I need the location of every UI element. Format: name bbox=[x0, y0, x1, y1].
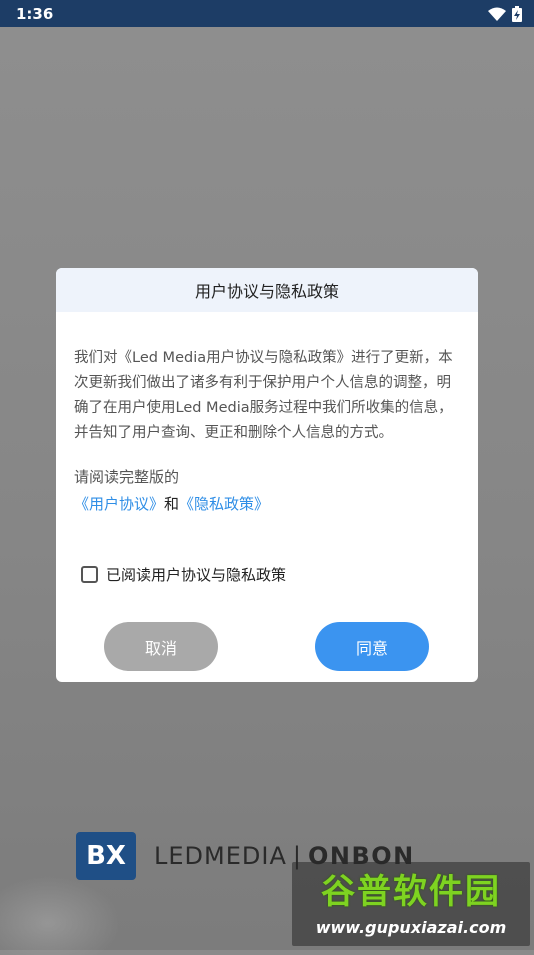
user-agreement-link[interactable]: 《用户协议》 bbox=[74, 495, 164, 513]
status-icons bbox=[488, 5, 522, 22]
watermark-url: www.gupuxiazai.com bbox=[315, 918, 507, 937]
dialog-body: 我们对《Led Media用户协议与隐私政策》进行了更新，本次更新我们做出了诸多… bbox=[56, 312, 478, 518]
background-cloud bbox=[0, 875, 120, 955]
agreement-links: 《用户协议》和《隐私政策》 bbox=[74, 491, 460, 518]
status-time: 1:36 bbox=[16, 4, 54, 23]
privacy-policy-link[interactable]: 《隐私政策》 bbox=[179, 495, 269, 513]
checkbox-label[interactable]: 已阅读用户协议与隐私政策 bbox=[106, 564, 286, 585]
status-bar: 1:36 bbox=[0, 0, 534, 27]
and-text: 和 bbox=[164, 495, 180, 513]
battery-charging-icon bbox=[512, 5, 522, 22]
dialog-header: 用户协议与隐私政策 bbox=[56, 268, 478, 312]
watermark-title: 谷普软件园 bbox=[321, 872, 501, 912]
agreement-checkbox[interactable] bbox=[81, 566, 98, 583]
watermark: 谷普软件园 www.gupuxiazai.com bbox=[292, 862, 530, 946]
wifi-icon bbox=[488, 7, 506, 21]
agreement-checkbox-row[interactable]: 已阅读用户协议与隐私政策 bbox=[81, 564, 286, 585]
brand-ledmedia: LEDMEDIA bbox=[154, 842, 287, 870]
read-prompt: 请阅读完整版的 bbox=[74, 468, 180, 486]
dialog-title: 用户协议与隐私政策 bbox=[194, 282, 339, 301]
agree-button[interactable]: 同意 bbox=[315, 622, 429, 671]
agreement-dialog: 用户协议与隐私政策 我们对《Led Media用户协议与隐私政策》进行了更新，本… bbox=[56, 268, 478, 682]
dialog-message: 我们对《Led Media用户协议与隐私政策》进行了更新，本次更新我们做出了诸多… bbox=[74, 350, 453, 441]
bx-logo: BX bbox=[76, 832, 136, 880]
cancel-button[interactable]: 取消 bbox=[104, 622, 218, 671]
